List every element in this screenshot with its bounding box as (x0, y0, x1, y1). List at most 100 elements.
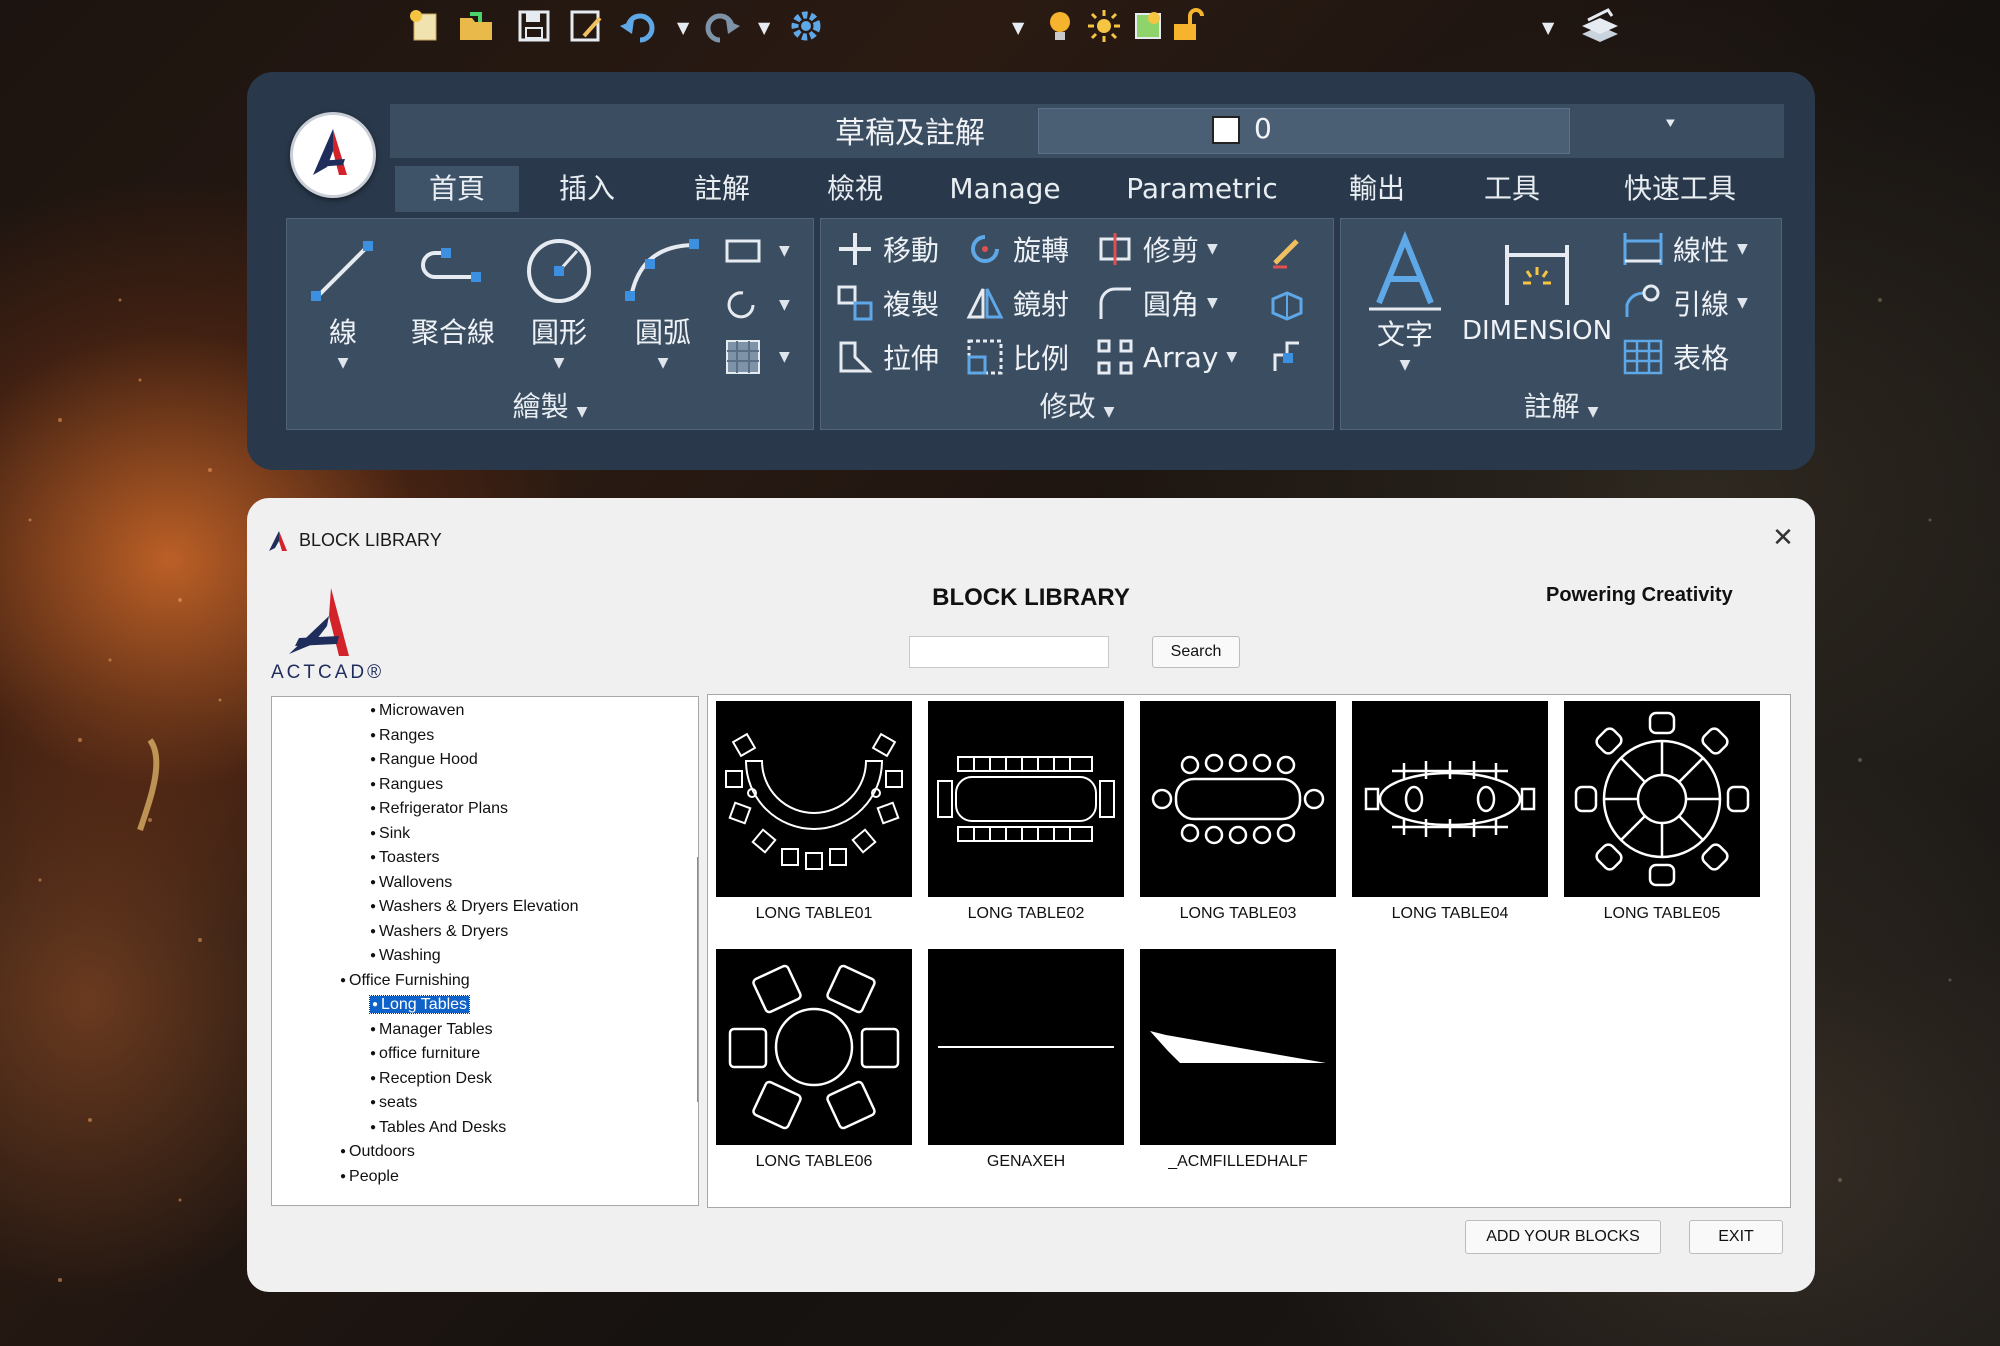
tree-item[interactable]: ● Rangues (370, 775, 443, 795)
workspace-gear-icon[interactable] (786, 6, 826, 46)
trim-tool[interactable]: 修剪 ▼ (1095, 229, 1218, 269)
tree-scrollbar[interactable] (697, 857, 698, 1102)
circle-tool[interactable]: 圓形 ▼ (519, 231, 599, 371)
hatch-tool[interactable]: ▼ (723, 339, 790, 375)
tree-item[interactable]: ● Washers & Dryers (370, 922, 508, 942)
save-as-icon[interactable] (566, 6, 606, 46)
scale-tool[interactable]: 比例 (965, 337, 1069, 377)
tab-express-tools[interactable]: 快速工具 (1605, 166, 1755, 212)
chevron-down-icon[interactable]: ▼ (1207, 241, 1218, 257)
block-tile[interactable]: _ACMFILLEDHALF (1140, 949, 1336, 1171)
block-tile[interactable]: LONG TABLE05 (1564, 701, 1760, 923)
layer-viewport-icon[interactable] (1128, 6, 1168, 46)
tree-item[interactable]: ● Washing (370, 946, 441, 966)
fillet-tool[interactable]: 圓角 ▼ (1095, 283, 1218, 323)
block-tile[interactable]: GENAXEH (928, 949, 1124, 1171)
save-icon[interactable] (514, 6, 554, 46)
join-icon[interactable] (1267, 337, 1307, 377)
tab-insert[interactable]: 插入 (525, 166, 649, 212)
tree-item[interactable]: ● Reception Desk (370, 1069, 492, 1089)
workspace-selector[interactable]: 草稿及註解 (835, 108, 985, 152)
tree-item[interactable]: ● Toasters (370, 848, 440, 868)
new-file-icon[interactable] (404, 6, 444, 46)
tab-tools[interactable]: 工具 (1450, 166, 1574, 212)
array-tool[interactable]: Array ▼ (1095, 337, 1237, 377)
chevron-down-icon[interactable]: ▼ (519, 355, 599, 371)
undo-dropdown-icon[interactable]: ▼ (677, 18, 689, 37)
tree-item[interactable]: ● People (340, 1167, 399, 1187)
tree-item[interactable]: ● Microwaven (370, 701, 464, 721)
tree-item[interactable]: ● seats (370, 1093, 417, 1113)
workspace-dropdown-icon[interactable]: ▼ (1012, 18, 1024, 37)
tree-item[interactable]: ● Washers & Dryers Elevation (370, 897, 579, 917)
redo-icon[interactable] (702, 6, 742, 46)
explode-icon[interactable] (1267, 285, 1307, 325)
table-tool[interactable]: 表格 (1621, 337, 1729, 377)
customize-qat-icon[interactable]: ⯆ (1664, 114, 1677, 134)
chevron-down-icon[interactable]: ▼ (1207, 295, 1218, 311)
layer-selector[interactable] (1038, 108, 1570, 154)
chevron-down-icon[interactable]: ▼ (621, 355, 705, 371)
tree-item[interactable]: ● office furniture (370, 1044, 480, 1064)
layer-manager-icon[interactable] (1578, 6, 1622, 50)
chevron-down-icon[interactable]: ▼ (779, 297, 790, 313)
tab-output[interactable]: 輸出 (1315, 166, 1439, 212)
tree-item[interactable]: ● Refrigerator Plans (370, 799, 508, 819)
tree-item[interactable]: ● Manager Tables (370, 1020, 493, 1040)
draw-panel-title[interactable]: 繪製 ▼ (287, 385, 813, 425)
tab-annotate[interactable]: 註解 (660, 166, 784, 212)
chevron-down-icon[interactable]: ▼ (1226, 349, 1237, 365)
copy-tool[interactable]: 複製 (835, 283, 939, 323)
chevron-down-icon[interactable]: ▼ (779, 349, 790, 365)
tree-item[interactable]: ● Outdoors (340, 1142, 415, 1162)
ellipse-arc-tool[interactable]: ▼ (723, 287, 790, 323)
layer-dropdown-icon[interactable]: ▼ (1542, 18, 1554, 37)
chevron-down-icon[interactable]: ▼ (779, 243, 790, 259)
move-tool[interactable]: 移動 (835, 229, 939, 269)
block-tile[interactable]: LONG TABLE02 (928, 701, 1124, 923)
stretch-tool[interactable]: 拉伸 (835, 337, 939, 377)
mirror-tool[interactable]: 鏡射 (965, 283, 1069, 323)
line-tool[interactable]: 線 ▼ (307, 231, 379, 371)
block-tile[interactable]: LONG TABLE06 (716, 949, 912, 1171)
close-icon[interactable]: ✕ (1771, 525, 1795, 551)
chevron-down-icon[interactable]: ▼ (1737, 295, 1748, 311)
chevron-down-icon[interactable]: ▼ (1737, 241, 1748, 257)
tree-item[interactable]: ● Wallovens (370, 873, 452, 893)
layer-unlock-icon[interactable] (1166, 6, 1206, 46)
search-button[interactable]: Search (1152, 636, 1240, 668)
text-tool[interactable]: 文字 ▼ (1363, 231, 1447, 373)
tab-manage[interactable]: Manage (940, 166, 1070, 212)
undo-icon[interactable] (618, 6, 658, 46)
chevron-down-icon[interactable]: ▼ (1363, 357, 1447, 373)
application-menu-button[interactable] (290, 112, 376, 198)
open-folder-icon[interactable] (456, 6, 496, 46)
tab-home[interactable]: 首頁 (395, 166, 519, 212)
polyline-tool[interactable]: 聚合線 (405, 231, 501, 351)
rotate-tool[interactable]: 旋轉 (965, 229, 1069, 269)
category-tree[interactable]: ● Microwaven ● Ranges ● Rangue Hood ● Rangues ● R… (271, 696, 699, 1206)
add-your-blocks-button[interactable]: ADD YOUR BLOCKS (1465, 1220, 1661, 1254)
tree-item[interactable]: ● Tables And Desks (370, 1118, 506, 1138)
layer-on-bulb-icon[interactable] (1040, 6, 1080, 46)
linear-dimension-tool[interactable]: 線性 ▼ (1621, 229, 1748, 269)
leader-tool[interactable]: 引線 ▼ (1621, 283, 1748, 323)
tab-parametric[interactable]: Parametric (1122, 166, 1282, 212)
redo-dropdown-icon[interactable]: ▼ (758, 18, 770, 37)
tab-view[interactable]: 檢視 (793, 166, 917, 212)
layer-thaw-sun-icon[interactable] (1084, 6, 1124, 46)
tree-item[interactable]: ● Long Tables (368, 995, 471, 1015)
erase-icon[interactable] (1267, 233, 1307, 273)
arc-tool[interactable]: 圓弧 ▼ (621, 231, 705, 371)
modify-panel-title[interactable]: 修改 ▼ (821, 385, 1333, 425)
block-tile[interactable]: LONG TABLE03 (1140, 701, 1336, 923)
exit-button[interactable]: EXIT (1689, 1220, 1783, 1254)
dimension-tool[interactable]: DIMENSION (1457, 231, 1617, 346)
annotation-panel-title[interactable]: 註解 ▼ (1341, 385, 1781, 425)
search-input[interactable] (909, 636, 1109, 668)
tree-item[interactable]: ● Sink (370, 824, 410, 844)
tree-item[interactable]: ● Rangue Hood (370, 750, 478, 770)
chevron-down-icon[interactable]: ▼ (307, 355, 379, 371)
block-tile[interactable]: LONG TABLE04 (1352, 701, 1548, 923)
rectangle-tool[interactable]: ▼ (723, 233, 790, 269)
